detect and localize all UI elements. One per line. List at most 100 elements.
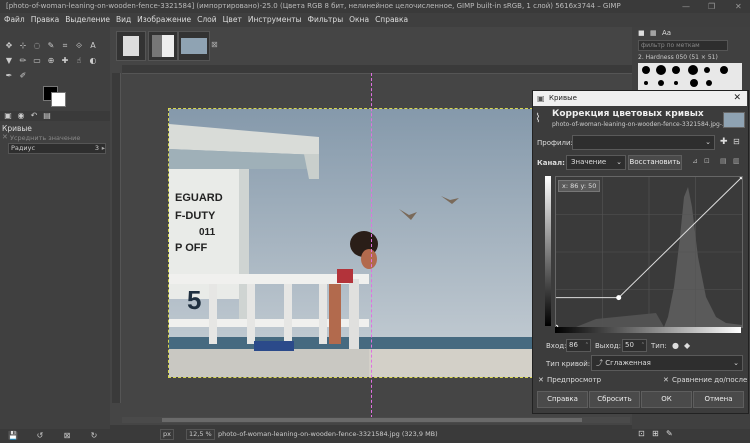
canvas-image[interactable]: EGUARD F-DUTY 011 P OFF 5 (168, 108, 533, 378)
zoom-select[interactable]: 12,5 % (186, 429, 215, 440)
horizontal-scrollbar[interactable] (122, 417, 630, 423)
output-spinner[interactable]: 50 ⌃ (622, 339, 647, 352)
tag-filter-input[interactable]: фильтр по меткам (638, 40, 728, 51)
curve-editor[interactable] (553, 174, 745, 330)
restore-options-icon[interactable]: ↺ (35, 431, 45, 441)
cancel-button[interactable]: Отмена (693, 391, 744, 408)
maximize-icon[interactable]: ❐ (708, 0, 715, 13)
curve-control-point[interactable] (616, 295, 622, 301)
restore-channel-button[interactable]: Восстановить (628, 155, 682, 170)
brush-item[interactable] (720, 66, 728, 74)
corner-point-icon[interactable]: ◆ (684, 341, 690, 350)
brush-item[interactable] (688, 65, 698, 75)
close-icon[interactable]: ✕ (735, 0, 742, 13)
brush-item[interactable] (706, 80, 712, 86)
brush-item[interactable] (690, 79, 698, 87)
color-picker-icon[interactable]: ✐ (18, 71, 28, 81)
brush-item[interactable] (674, 81, 678, 85)
menu-tools[interactable]: Инструменты (248, 13, 302, 27)
brush-item[interactable] (672, 66, 680, 74)
spinner-icon[interactable]: ⌃ (641, 340, 645, 351)
dodge-tool-icon[interactable]: ◐ (88, 56, 98, 66)
brush-item[interactable] (656, 65, 666, 75)
eraser-icon[interactable]: ▭ (32, 56, 42, 66)
menu-windows[interactable]: Окна (349, 13, 369, 27)
menu-help[interactable]: Справка (375, 13, 408, 27)
preview-checkbox[interactable]: ✕ (538, 376, 544, 384)
brush-grid[interactable] (638, 63, 742, 93)
brush-item[interactable] (644, 81, 648, 85)
profiles-select[interactable]: ⌄ (572, 135, 715, 150)
brushes-tab-icon[interactable]: ■ (638, 29, 645, 37)
brush-item[interactable] (658, 80, 664, 86)
images-tab-icon[interactable]: ▤ (42, 111, 52, 121)
image-tab-thumbnail-2[interactable] (148, 31, 178, 61)
log-histogram-icon[interactable]: ⊡ (704, 157, 710, 165)
crop-tool-icon[interactable]: ⌗ (60, 41, 70, 51)
clone-tool-icon[interactable]: ⊕ (46, 56, 56, 66)
tool-options-tab-icon[interactable]: ▣ (3, 111, 13, 121)
unit-select[interactable]: px (160, 429, 174, 440)
delete-options-icon[interactable]: ⊠ (62, 431, 72, 441)
horizontal-ruler[interactable] (122, 65, 632, 74)
bucket-fill-icon[interactable]: ▼ (4, 56, 14, 66)
profile-menu-icon[interactable]: ⊟ (733, 137, 740, 146)
lasso-tool-icon[interactable]: ◌ (32, 41, 42, 51)
curve-mode-icon[interactable]: ▥ (733, 157, 740, 165)
reset-options-icon[interactable]: ↻ (89, 431, 99, 441)
menu-select[interactable]: Выделение (65, 13, 110, 27)
undo-history-tab-icon[interactable]: ↶ (29, 111, 39, 121)
image-tab-thumbnail-3[interactable] (178, 31, 210, 61)
menu-file[interactable]: Файл (4, 13, 25, 27)
add-profile-icon[interactable]: ✚ (720, 137, 728, 147)
menu-view[interactable]: Вид (116, 13, 131, 27)
image-tab-thumbnail-1[interactable] (116, 31, 146, 61)
menu-image[interactable]: Изображение (137, 13, 191, 27)
dock-new-icon[interactable]: ⊞ (652, 429, 659, 438)
patterns-tab-icon[interactable]: ▦ (650, 29, 657, 37)
dock-edit-icon[interactable]: ✎ (666, 429, 673, 438)
radius-stepper-icon[interactable]: ▸ (102, 144, 105, 153)
radius-field[interactable]: Радиус 3 ▸ (8, 143, 106, 154)
menu-layer[interactable]: Слой (197, 13, 217, 27)
help-button[interactable]: Справка (537, 391, 588, 408)
vertical-ruler[interactable] (112, 73, 121, 403)
menu-color[interactable]: Цвет (223, 13, 242, 27)
channel-select[interactable]: Значение ⌄ (566, 155, 626, 170)
paintbrush-icon[interactable]: ✏ (18, 56, 28, 66)
save-options-icon[interactable]: 💾 (8, 431, 18, 441)
guide-line[interactable] (371, 73, 373, 418)
split-view-checkbox[interactable]: ✕ (663, 376, 669, 384)
sample-average-checkbox[interactable]: ✕ (2, 133, 8, 141)
reset-button[interactable]: Сбросить (589, 391, 640, 408)
path-tool-icon[interactable]: ✒ (4, 71, 14, 81)
align-tool-icon[interactable]: ⊹ (18, 41, 28, 51)
background-color[interactable] (51, 92, 66, 107)
edit-mode-icon[interactable]: ▤ (720, 157, 727, 165)
minimize-icon[interactable]: — (682, 0, 690, 13)
status-bar: px 12,5 % photo-of-woman-leaning-on-wood… (110, 425, 632, 443)
dock-config-icon[interactable]: ⊡ (638, 429, 645, 438)
menu-filters[interactable]: Фильтры (308, 13, 344, 27)
move-tool-icon[interactable]: ✥ (4, 41, 14, 51)
sign-text-4: P OFF (175, 242, 207, 254)
smooth-point-icon[interactable]: ● (672, 341, 679, 350)
brush-item[interactable] (704, 67, 710, 73)
linear-histogram-icon[interactable]: ⊿ (692, 157, 698, 165)
close-tab-icon[interactable]: ⊠ (211, 40, 218, 49)
fonts-tab-icon[interactable]: Aa (662, 29, 671, 37)
device-status-tab-icon[interactable]: ◉ (16, 111, 26, 121)
smudge-tool-icon[interactable]: ☝ (74, 56, 84, 66)
spinner-icon[interactable]: ⌃ (585, 340, 589, 351)
input-spinner[interactable]: 86 ⌃ (566, 339, 591, 352)
brush-item[interactable] (642, 66, 650, 74)
dialog-close-icon[interactable]: ✕ (733, 91, 741, 106)
curve-type-select[interactable]: ⤴ Сглаженная ⌄ (591, 355, 743, 371)
text-tool-icon[interactable]: A (88, 41, 98, 51)
transform-tool-icon[interactable]: ⟐ (74, 41, 84, 51)
heal-tool-icon[interactable]: ✚ (60, 56, 70, 66)
ok-button[interactable]: ОК (641, 391, 692, 408)
menu-edit[interactable]: Правка (31, 13, 60, 27)
fuzzy-select-icon[interactable]: ✎ (46, 41, 56, 51)
dialog-titlebar[interactable]: ▣ Кривые ✕ (533, 91, 747, 106)
